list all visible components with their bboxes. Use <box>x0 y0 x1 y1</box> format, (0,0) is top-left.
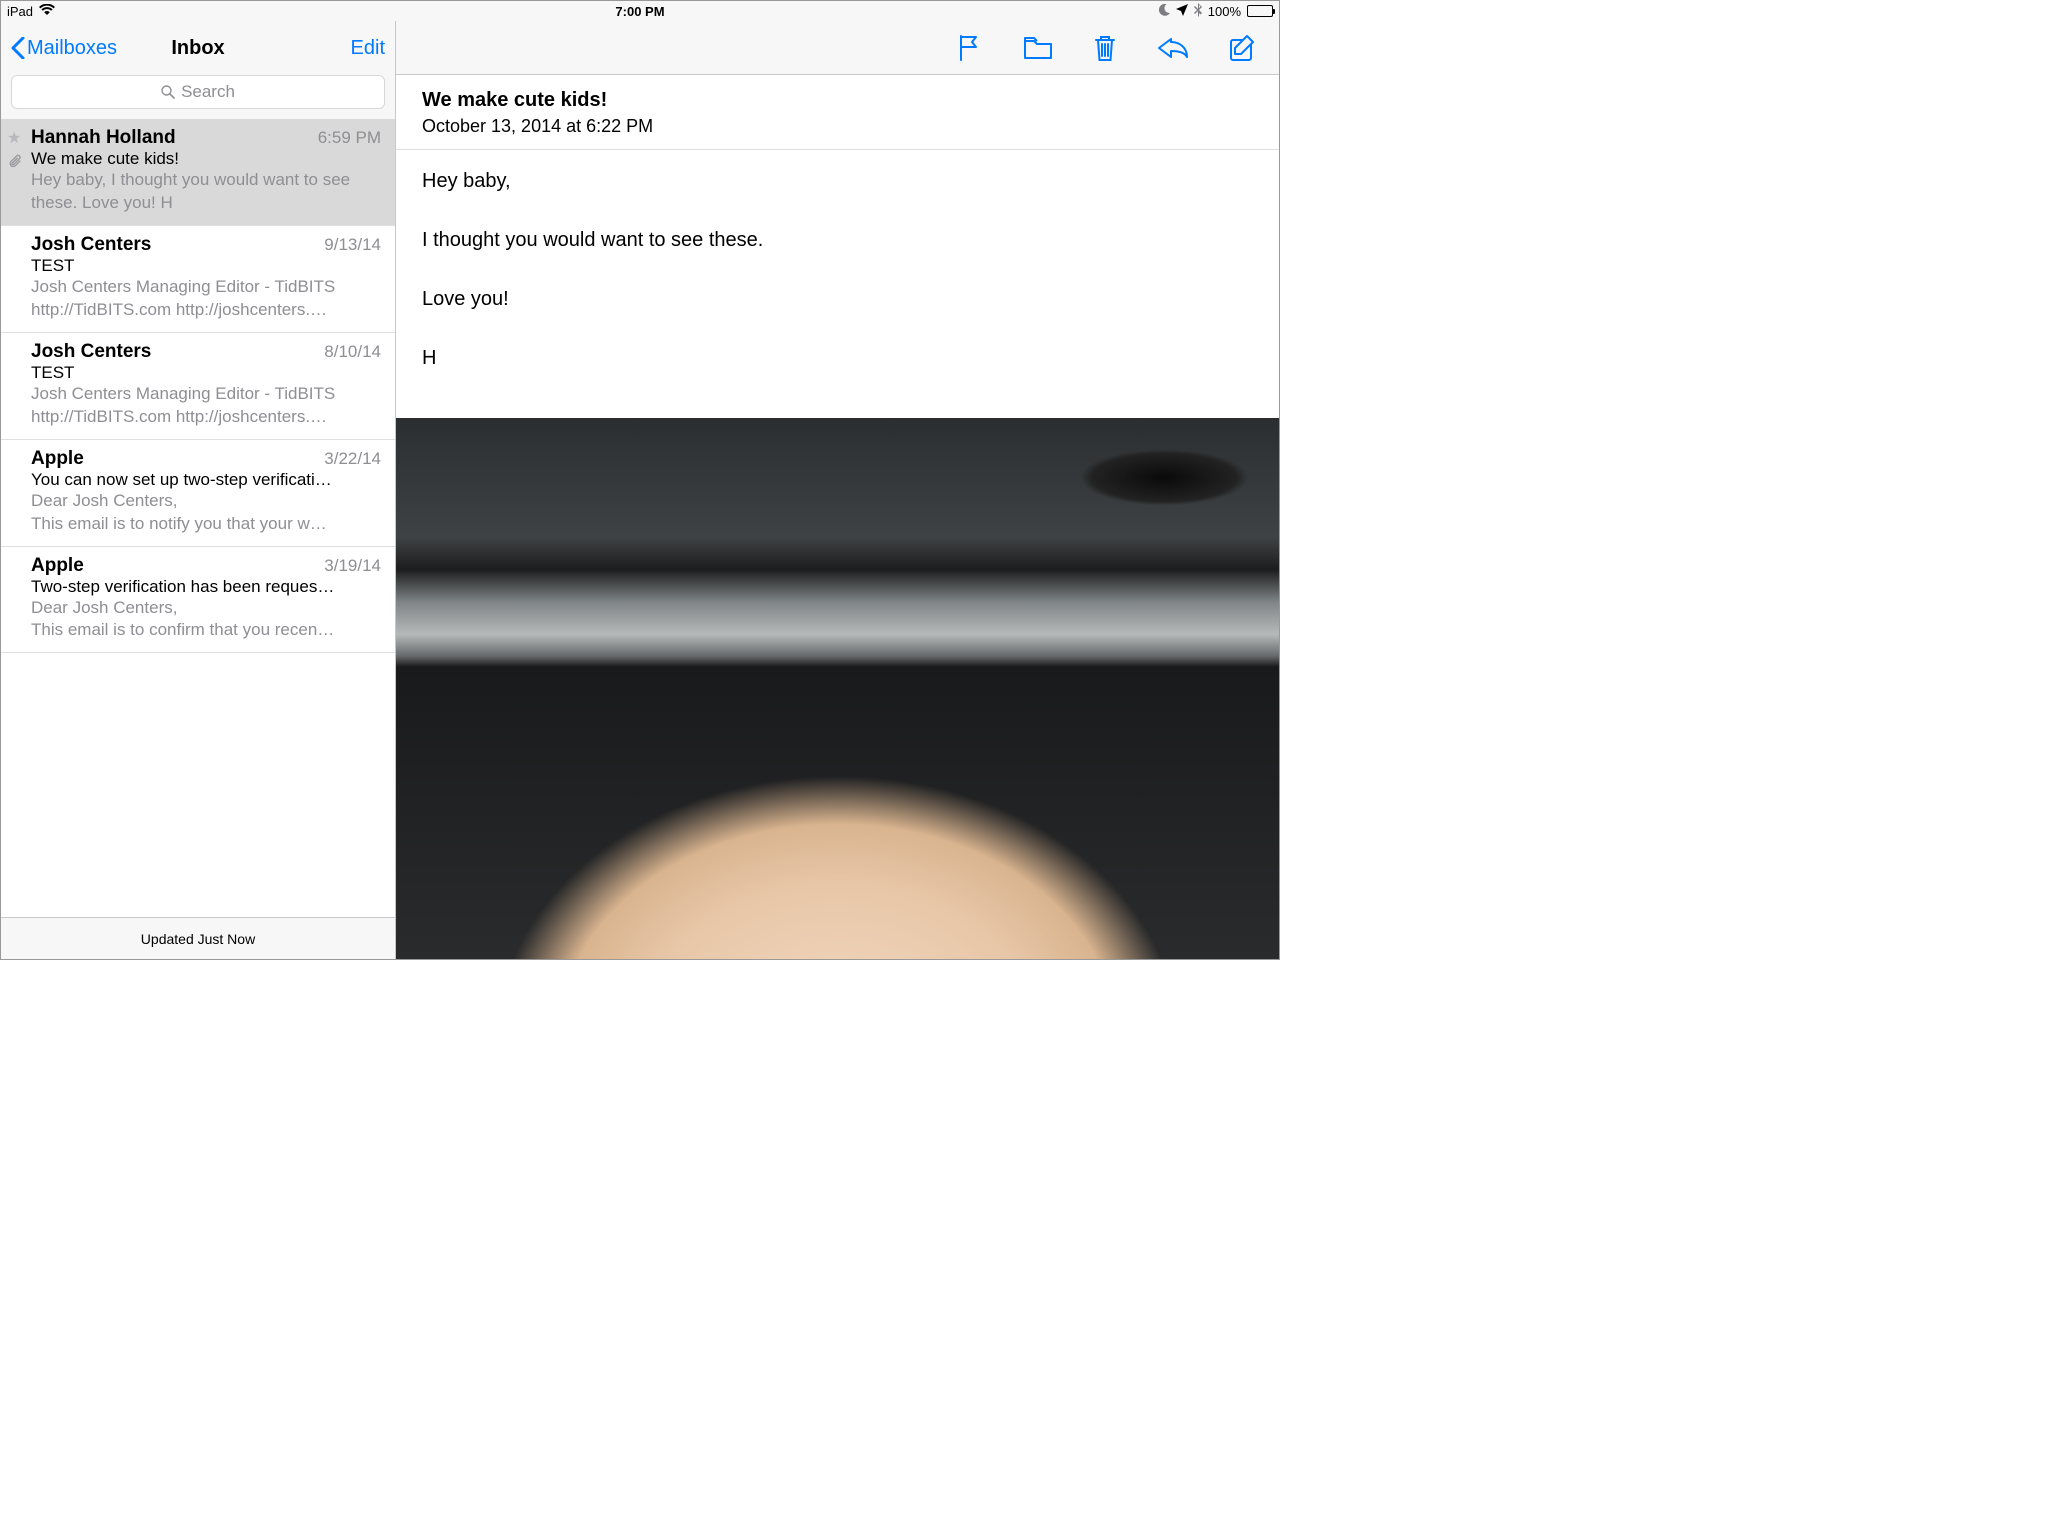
preview-text: Josh Centers Managing Editor - TidBITS h… <box>31 383 381 429</box>
date-label: 8/10/14 <box>324 342 381 362</box>
message-row[interactable]: Josh Centers 8/10/14TESTJosh Centers Mana… <box>1 333 395 440</box>
wifi-icon <box>39 4 55 19</box>
attachment-icon <box>8 153 22 172</box>
edit-button[interactable]: Edit <box>351 37 385 60</box>
sidebar-footer-status: Updated Just Now <box>1 917 395 959</box>
flag-button[interactable] <box>957 34 983 62</box>
sender-label: Apple <box>31 555 84 577</box>
attachment-image[interactable] <box>396 418 1279 959</box>
search-icon <box>161 85 175 99</box>
preview-text: Hey baby, I thought you would want to se… <box>31 169 381 215</box>
mail-body-line: I thought you would want to see these. <box>422 225 1253 256</box>
location-icon <box>1176 4 1188 19</box>
chevron-left-icon <box>11 37 25 59</box>
mail-body: Hey baby, I thought you would want to see… <box>396 150 1279 418</box>
message-row[interactable]: Apple 3/19/14Two-step verification has be… <box>1 547 395 654</box>
message-list-pane: Mailboxes Inbox Edit Search Hannah Holla… <box>1 21 396 959</box>
compose-button[interactable] <box>1229 34 1257 62</box>
message-pane: We make cute kids! October 13, 2014 at 6… <box>396 21 1279 959</box>
message-row[interactable]: Josh Centers 9/13/14TESTJosh Centers Mana… <box>1 226 395 333</box>
back-to-mailboxes-button[interactable]: Mailboxes <box>11 37 117 60</box>
message-row[interactable]: Apple 3/22/14You can now set up two-step … <box>1 440 395 547</box>
mail-body-line: Love you! <box>422 284 1253 315</box>
subject-label: You can now set up two-step verificati… <box>31 470 381 490</box>
mail-subject: We make cute kids! <box>422 89 1253 112</box>
move-to-folder-button[interactable] <box>1023 35 1053 61</box>
sender-label: Hannah Holland <box>31 127 176 149</box>
preview-text: Dear Josh Centers,This email is to notif… <box>31 490 381 536</box>
sidebar-navbar: Mailboxes Inbox Edit <box>1 21 395 75</box>
search-input[interactable]: Search <box>11 75 385 109</box>
status-bar: iPad 7:00 PM 100% <box>1 1 1279 21</box>
preview-text: Josh Centers Managing Editor - TidBITS h… <box>31 276 381 322</box>
clock: 7:00 PM <box>1 4 1279 19</box>
back-label: Mailboxes <box>27 37 117 60</box>
date-label: 3/19/14 <box>324 556 381 576</box>
mail-header: We make cute kids! October 13, 2014 at 6… <box>396 75 1279 150</box>
device-label: iPad <box>7 4 33 19</box>
preview-text: Dear Josh Centers,This email is to confi… <box>31 597 381 643</box>
subject-label: TEST <box>31 363 381 383</box>
battery-percentage: 100% <box>1208 4 1241 19</box>
reply-button[interactable] <box>1157 35 1189 61</box>
sender-label: Josh Centers <box>31 341 151 363</box>
trash-button[interactable] <box>1093 33 1117 63</box>
battery-icon <box>1247 5 1273 17</box>
do-not-disturb-icon <box>1158 4 1170 19</box>
message-row[interactable]: Hannah Holland 6:59 PMWe make cute kids!H… <box>1 119 395 226</box>
sender-label: Josh Centers <box>31 234 151 256</box>
mail-body-line: H <box>422 343 1253 374</box>
bluetooth-icon <box>1194 3 1202 20</box>
mail-datetime: October 13, 2014 at 6:22 PM <box>422 116 1253 137</box>
date-label: 3/22/14 <box>324 449 381 469</box>
search-placeholder: Search <box>181 82 235 102</box>
message-list[interactable]: Hannah Holland 6:59 PMWe make cute kids!H… <box>1 119 395 917</box>
mail-body-line: Hey baby, <box>422 166 1253 197</box>
message-toolbar <box>396 21 1279 75</box>
sender-label: Apple <box>31 448 84 470</box>
date-label: 9/13/14 <box>324 235 381 255</box>
subject-label: We make cute kids! <box>31 149 381 169</box>
subject-label: TEST <box>31 256 381 276</box>
date-label: 6:59 PM <box>318 128 381 148</box>
subject-label: Two-step verification has been reques… <box>31 577 381 597</box>
